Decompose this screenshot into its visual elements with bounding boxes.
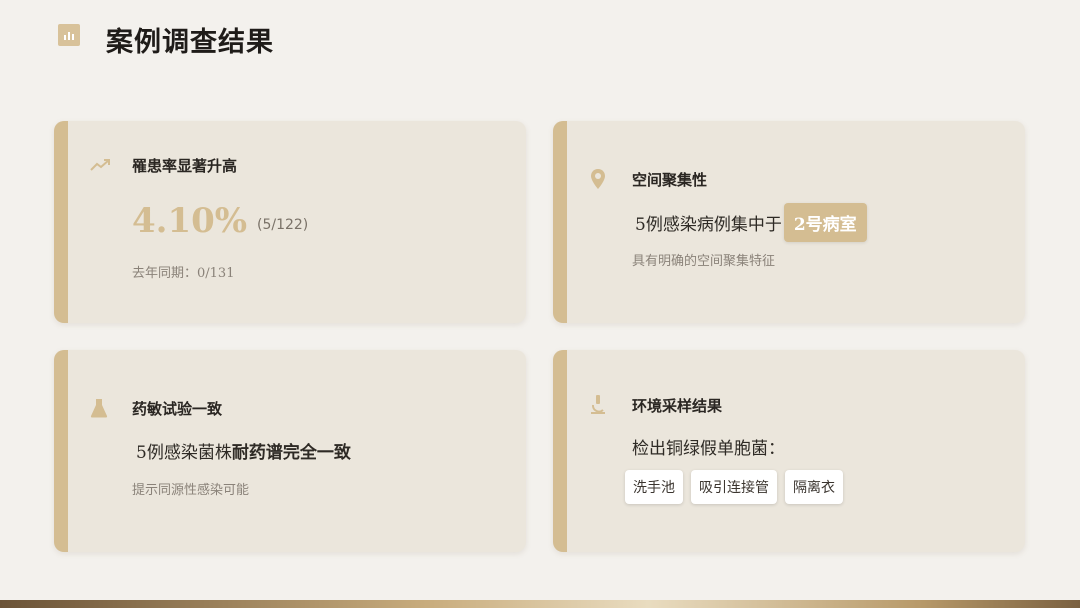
sampling-result: 检出铜绿假单胞菌： [632,439,785,459]
card-heading: 药敏试验一致 [132,400,223,418]
card-heading: 空间聚集性 [632,171,708,189]
last-year-note: 去年同期：0/131 [132,266,235,281]
susceptibility-card: 药敏试验一致 5例感染菌株耐药谱完全一致 提示同源性感染可能 [54,350,526,552]
incidence-rate: 4.10% [132,201,248,241]
cluster-text: 5例感染病例集中于 [635,215,782,235]
card-heading: 环境采样结果 [632,397,723,415]
incidence-fraction: (5/122) [257,217,309,233]
location-pin-icon [590,168,606,194]
tag-suction-tube: 吸引连接管 [691,470,777,504]
trend-up-icon [90,157,112,177]
card-accent-bar [54,121,68,323]
chart-icon [58,24,80,46]
page-title: 案例调查结果 [106,27,274,58]
tag-isolation-gown: 隔离衣 [785,470,843,504]
susceptibility-note: 提示同源性感染可能 [132,483,250,498]
environment-sampling-card: 环境采样结果 检出铜绿假单胞菌： 洗手池 吸引连接管 隔离衣 [553,350,1025,552]
cluster-note: 具有明确的空间聚集特征 [632,254,776,269]
microscope-icon [589,394,607,420]
flask-icon [90,398,108,422]
card-heading: 罹患率显著升高 [132,157,238,175]
sample-tags: 洗手池 吸引连接管 隔离衣 [625,470,843,504]
resistance-bold: 耐药谱 [231,443,283,463]
ward-highlight: 2号病室 [783,203,867,242]
bottom-decorative-band [0,600,1080,608]
cluster-line: 5例感染病例集中于 2号病室 [635,203,867,242]
resistance-line: 5例感染菌株耐药谱完全一致 [136,438,351,463]
spatial-cluster-card: 空间聚集性 5例感染病例集中于 2号病室 具有明确的空间聚集特征 [553,121,1025,323]
card-accent-bar [553,350,567,552]
card-accent-bar [553,121,567,323]
card-accent-bar [54,350,68,552]
incidence-card: 罹患率显著升高 4.10% (5/122) 去年同期：0/131 [54,121,526,323]
resistance-prefix: 5例感染菌株 [136,443,232,463]
resistance-suffix: 完全一致 [282,443,351,463]
tag-sink: 洗手池 [625,470,683,504]
